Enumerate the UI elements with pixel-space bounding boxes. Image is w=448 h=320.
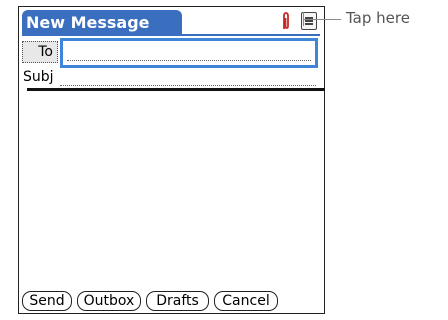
paperclip-icon[interactable] [281,11,291,31]
title-underline [22,34,320,36]
header-separator [27,88,325,91]
to-button[interactable]: To [22,41,58,63]
callout-leader-line [303,19,341,20]
window-title: New Message [22,10,182,34]
cancel-button[interactable]: Cancel [214,291,278,311]
callout-label: Tap here [346,9,410,27]
palm-screen: New Message To Subj Send Outbox Drafts C… [18,6,325,314]
callout-tick [303,12,304,26]
subject-label: Subj [23,69,54,85]
drafts-button[interactable]: Drafts [146,291,209,311]
send-button[interactable]: Send [22,291,72,311]
outbox-button[interactable]: Outbox [77,291,141,311]
to-field-underline [67,60,311,61]
subject-field[interactable] [60,85,316,86]
to-field[interactable] [60,38,318,68]
